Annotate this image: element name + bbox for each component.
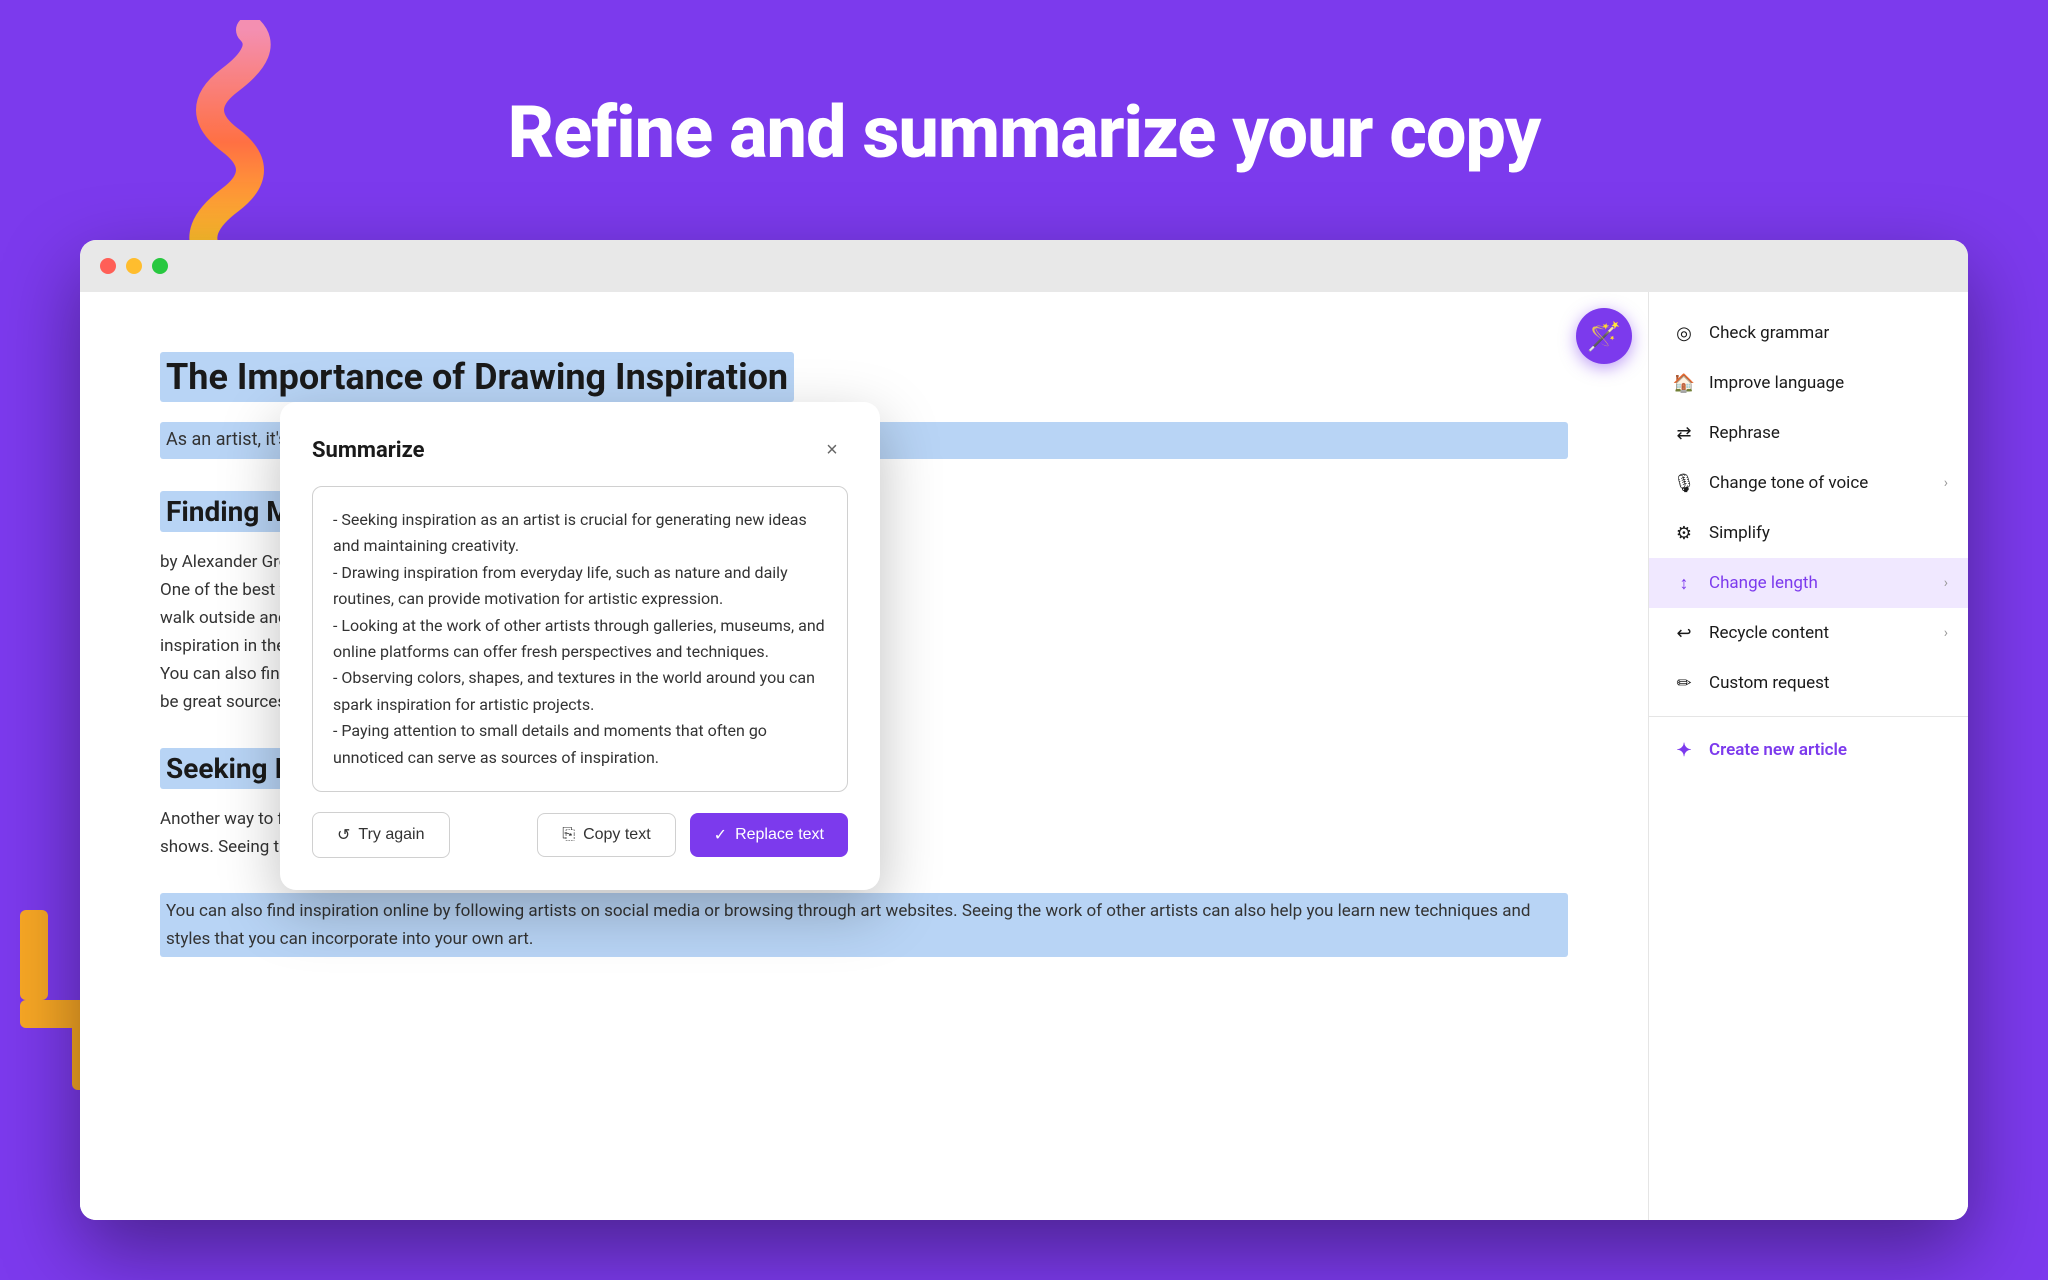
recycle-content-label: Recycle content — [1709, 623, 1829, 643]
rephrase-label: Rephrase — [1709, 423, 1780, 443]
simplify-icon: ⚙ — [1673, 522, 1695, 544]
change-tone-chevron: › — [1944, 475, 1948, 491]
menu-item-create-new-article[interactable]: ✦ Create new article — [1649, 725, 1968, 775]
modal-header: Summarize × — [312, 434, 848, 466]
ai-icon: 🪄 — [1587, 320, 1622, 353]
change-tone-label: Change tone of voice — [1709, 473, 1868, 493]
ai-button[interactable]: 🪄 — [1576, 308, 1632, 364]
menu-item-change-length[interactable]: ↕ Change length › — [1649, 558, 1968, 608]
menu-item-change-tone[interactable]: 🎙 Change tone of voice › — [1649, 458, 1968, 508]
change-length-icon: ↕ — [1673, 572, 1695, 594]
change-length-label: Change length — [1709, 573, 1818, 593]
copy-icon: ⎘ — [562, 826, 575, 844]
replace-text-label: Replace text — [735, 826, 824, 844]
browser-dot-green[interactable] — [152, 258, 168, 274]
menu-item-recycle-content[interactable]: ↩ Recycle content › — [1649, 608, 1968, 658]
replace-text-button[interactable]: ✓ Replace text — [690, 813, 848, 857]
try-again-button[interactable]: ↺ Try again — [312, 812, 450, 858]
custom-request-icon: ✏ — [1673, 672, 1695, 694]
menu-item-check-grammar[interactable]: ◎ Check grammar — [1649, 308, 1968, 358]
check-grammar-label: Check grammar — [1709, 323, 1829, 343]
menu-item-rephrase[interactable]: ⇄ Rephrase — [1649, 408, 1968, 458]
modal-content-box: - Seeking inspiration as an artist is cr… — [312, 486, 848, 792]
document-title: The Importance of Drawing Inspiration — [160, 352, 794, 402]
document-area: 🪄 The Importance of Drawing Inspiration … — [80, 292, 1648, 1220]
browser-chrome — [80, 240, 1968, 292]
browser-dot-yellow[interactable] — [126, 258, 142, 274]
refresh-icon: ↺ — [337, 825, 350, 845]
improve-language-icon: 🏠 — [1673, 372, 1695, 394]
summarize-modal: Summarize × - Seeking inspiration as an … — [280, 402, 880, 890]
improve-language-label: Improve language — [1709, 373, 1844, 393]
modal-content-text: - Seeking inspiration as an artist is cr… — [333, 510, 825, 767]
create-new-article-icon: ✦ — [1673, 739, 1695, 761]
modal-actions: ↺ Try again ⎘ Copy text ✓ Replace text — [312, 812, 848, 858]
context-menu: ◎ Check grammar 🏠 Improve language ⇄ Rep… — [1648, 292, 1968, 1220]
check-icon: ✓ — [714, 825, 727, 845]
menu-item-custom-request[interactable]: ✏ Custom request — [1649, 658, 1968, 708]
section2-body-highlighted: You can also find inspiration online by … — [160, 893, 1568, 957]
modal-title: Summarize — [312, 438, 425, 463]
menu-divider — [1649, 716, 1968, 717]
browser-dot-red[interactable] — [100, 258, 116, 274]
rephrase-icon: ⇄ — [1673, 422, 1695, 444]
menu-item-simplify[interactable]: ⚙ Simplify — [1649, 508, 1968, 558]
recycle-content-chevron: › — [1944, 625, 1948, 641]
try-again-label: Try again — [358, 826, 424, 844]
browser-content: 🪄 The Importance of Drawing Inspiration … — [80, 292, 1968, 1220]
copy-text-button[interactable]: ⎘ Copy text — [537, 813, 675, 857]
recycle-content-icon: ↩ — [1673, 622, 1695, 644]
check-grammar-icon: ◎ — [1673, 322, 1695, 344]
create-new-article-label: Create new article — [1709, 740, 1847, 760]
simplify-label: Simplify — [1709, 523, 1770, 543]
modal-close-button[interactable]: × — [816, 434, 848, 466]
change-tone-icon: 🎙 — [1673, 472, 1695, 494]
custom-request-label: Custom request — [1709, 673, 1829, 693]
copy-text-label: Copy text — [583, 826, 651, 844]
menu-item-improve-language[interactable]: 🏠 Improve language — [1649, 358, 1968, 408]
page-title: Refine and summarize your copy — [0, 90, 2048, 175]
change-length-chevron: › — [1944, 575, 1948, 591]
browser-window: 🪄 The Importance of Drawing Inspiration … — [80, 240, 1968, 1220]
